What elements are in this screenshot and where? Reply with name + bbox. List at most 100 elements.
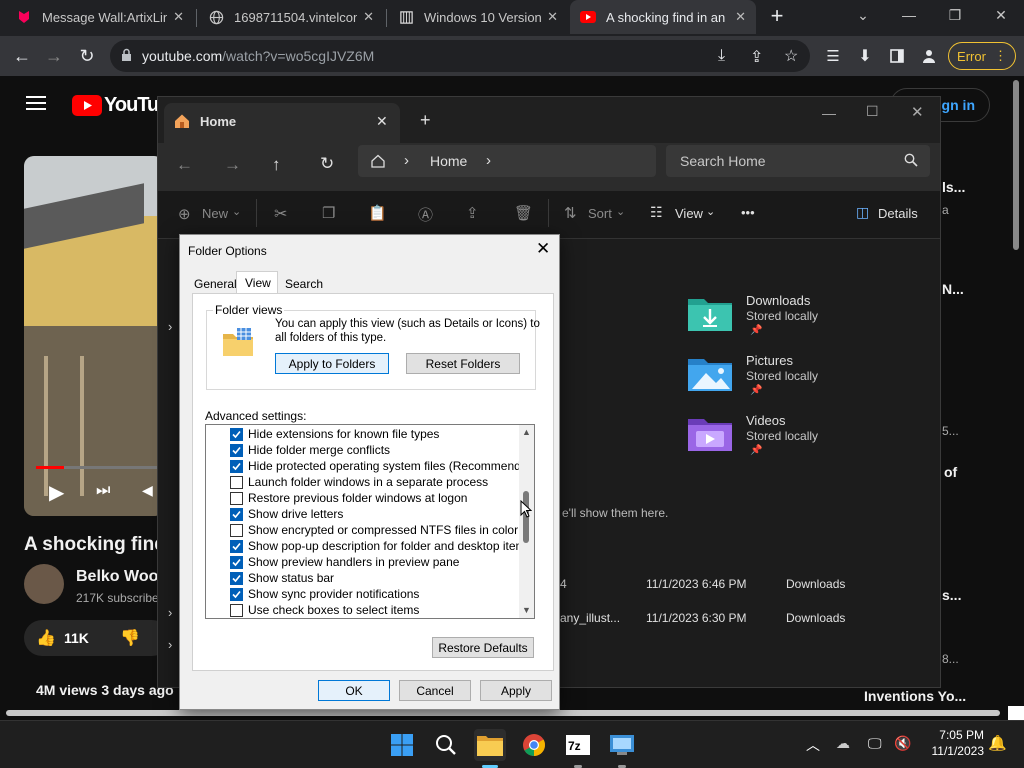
close-window-icon[interactable]: ✕: [911, 103, 924, 121]
delete-icon[interactable]: 🗑: [514, 204, 533, 222]
search-icon[interactable]: [430, 729, 462, 761]
page-scrollbar[interactable]: [1013, 80, 1019, 250]
advanced-setting-row[interactable]: Show preview handlers in preview pane: [230, 554, 459, 570]
advanced-setting-row[interactable]: Show encrypted or compressed NTFS files …: [230, 522, 518, 538]
restore-icon[interactable]: ❐: [932, 0, 978, 30]
share-icon[interactable]: ⇪: [466, 204, 479, 222]
network-icon[interactable]: 🖵: [868, 735, 882, 752]
forward-arrow-icon[interactable]: →: [224, 155, 241, 175]
details-pane-icon[interactable]: ◫: [856, 204, 869, 221]
recent-file-row[interactable]: any_illust... 11/1/2023 6:30 PM Download…: [560, 609, 940, 629]
back-arrow-icon[interactable]: ←: [176, 155, 193, 175]
apply-button[interactable]: Apply: [480, 680, 552, 701]
cut-icon[interactable]: ✂: [274, 204, 287, 224]
paste-icon[interactable]: 📋: [368, 204, 387, 222]
onedrive-offline-icon[interactable]: ☁: [836, 735, 850, 752]
breadcrumb-home[interactable]: Home: [430, 153, 467, 169]
channel-avatar[interactable]: [24, 564, 64, 604]
apply-to-folders-button[interactable]: Apply to Folders: [275, 353, 389, 374]
close-icon[interactable]: ✕: [536, 239, 550, 259]
close-window-icon[interactable]: ✕: [978, 0, 1024, 30]
chevron-right-icon[interactable]: ›: [168, 319, 172, 334]
minimize-icon[interactable]: —: [822, 105, 836, 121]
close-icon[interactable]: ✕: [376, 113, 388, 130]
like-count[interactable]: 11K: [64, 630, 89, 646]
chevron-right-icon[interactable]: ›: [486, 152, 491, 169]
suggestion-fragment[interactable]: of: [944, 464, 957, 480]
chevron-right-icon[interactable]: ›: [168, 605, 172, 620]
new-button[interactable]: New: [202, 206, 228, 221]
new-tab-icon[interactable]: +: [420, 110, 431, 131]
checkbox-checked[interactable]: [230, 571, 243, 585]
restore-defaults-button[interactable]: Restore Defaults: [432, 637, 534, 658]
address-bar[interactable]: youtube.com/watch?v=wo5cgIJVZ6M ⤓ ⇪ ☆: [110, 40, 810, 72]
quick-access-pictures[interactable]: Pictures Stored locally 📌: [688, 353, 938, 403]
checkbox-checked[interactable]: [230, 507, 243, 521]
show-hidden-icons-chevron-icon[interactable]: ︿: [806, 735, 820, 755]
advanced-setting-row[interactable]: Show sync provider notifications: [230, 586, 419, 602]
7zip-icon[interactable]: 7z: [562, 729, 594, 761]
thumbs-down-icon[interactable]: 👎: [120, 628, 140, 648]
checkbox-unchecked[interactable]: [230, 491, 243, 505]
advanced-setting-row[interactable]: Hide folder merge conflicts: [230, 442, 390, 458]
suggestion-fragment[interactable]: N...: [942, 281, 964, 297]
next-icon[interactable]: ⏭: [96, 482, 110, 500]
play-icon[interactable]: ▶: [49, 480, 64, 505]
recent-file-row[interactable]: 4 11/1/2023 6:46 PM Downloads: [560, 575, 940, 595]
explorer-search-box[interactable]: Search Home: [666, 145, 930, 177]
checkbox-checked[interactable]: [230, 555, 243, 569]
channel-name[interactable]: Belko Wood: [76, 568, 168, 586]
maximize-icon[interactable]: ☐: [866, 103, 879, 120]
windows-start-icon[interactable]: [386, 729, 418, 761]
rename-icon[interactable]: Ⓐ: [418, 204, 433, 225]
quick-access-videos[interactable]: Videos Stored locally 📌: [688, 413, 938, 463]
up-arrow-icon[interactable]: ↑: [272, 155, 281, 175]
reload-icon[interactable]: ↻: [74, 43, 100, 69]
scroll-up-arrow-icon[interactable]: ▲: [522, 427, 531, 437]
notification-bell-icon[interactable]: 🔔: [988, 734, 1007, 752]
cancel-button[interactable]: Cancel: [399, 680, 471, 701]
view-button[interactable]: View: [675, 206, 703, 221]
media-queue-icon[interactable]: ☰: [820, 43, 846, 69]
chrome-icon[interactable]: [518, 729, 550, 761]
profile-error-button[interactable]: Error ⋮: [948, 42, 1016, 70]
horizontal-scrollbar-thumb[interactable]: [6, 710, 1000, 716]
tab-search[interactable]: Search: [285, 277, 323, 291]
view-icon[interactable]: ☷: [650, 204, 663, 221]
see-more-icon[interactable]: •••: [741, 205, 755, 220]
system-clock[interactable]: 7:05 PM 11/1/2023: [920, 728, 985, 758]
refresh-icon[interactable]: ↻: [320, 154, 334, 174]
close-icon[interactable]: ✕: [173, 9, 184, 25]
advanced-setting-row[interactable]: Restore previous folder windows at logon: [230, 490, 467, 506]
download-icon[interactable]: ⬇: [852, 43, 878, 69]
share-icon[interactable]: ⇪: [750, 47, 763, 67]
bookmark-star-icon[interactable]: ☆: [784, 46, 798, 66]
forward-arrow-icon[interactable]: →: [41, 43, 67, 69]
video-player[interactable]: ▶ ⏭ ◀: [24, 156, 164, 516]
sort-icon[interactable]: ⇅: [564, 204, 577, 222]
advanced-setting-row[interactable]: Show drive letters: [230, 506, 343, 522]
browser-tab-2[interactable]: 1698711504.vintelcom ✕: [198, 0, 384, 34]
volume-muted-icon[interactable]: 🔇: [894, 735, 911, 752]
suggestion-fragment[interactable]: s...: [942, 587, 961, 603]
minimize-icon[interactable]: —: [886, 0, 932, 30]
close-icon[interactable]: ✕: [735, 9, 746, 25]
close-icon[interactable]: ✕: [363, 9, 374, 25]
quick-access-downloads[interactable]: Downloads Stored locally 📌: [688, 293, 938, 343]
checkbox-unchecked[interactable]: [230, 523, 243, 537]
checkbox-unchecked[interactable]: [230, 603, 243, 617]
new-plus-icon[interactable]: ⊕: [178, 205, 191, 223]
tab-view-active[interactable]: View: [236, 271, 278, 294]
advanced-settings-list[interactable]: Hide extensions for known file types Hide…: [205, 424, 535, 619]
checkbox-unchecked[interactable]: [230, 475, 243, 489]
install-icon[interactable]: ⤓: [718, 47, 725, 65]
address-breadcrumb[interactable]: › Home ›: [358, 145, 656, 177]
advanced-setting-row[interactable]: Launch folder windows in a separate proc…: [230, 474, 488, 490]
advanced-setting-row[interactable]: Use check boxes to select items: [230, 602, 419, 618]
ok-button[interactable]: OK: [318, 680, 390, 701]
menu-icon[interactable]: [26, 96, 46, 110]
copy-icon[interactable]: ❐: [322, 204, 335, 222]
checkbox-checked[interactable]: [230, 587, 243, 601]
suggestion-fragment[interactable]: Inventions Yo...: [864, 688, 966, 704]
scroll-down-arrow-icon[interactable]: ▼: [522, 605, 531, 615]
